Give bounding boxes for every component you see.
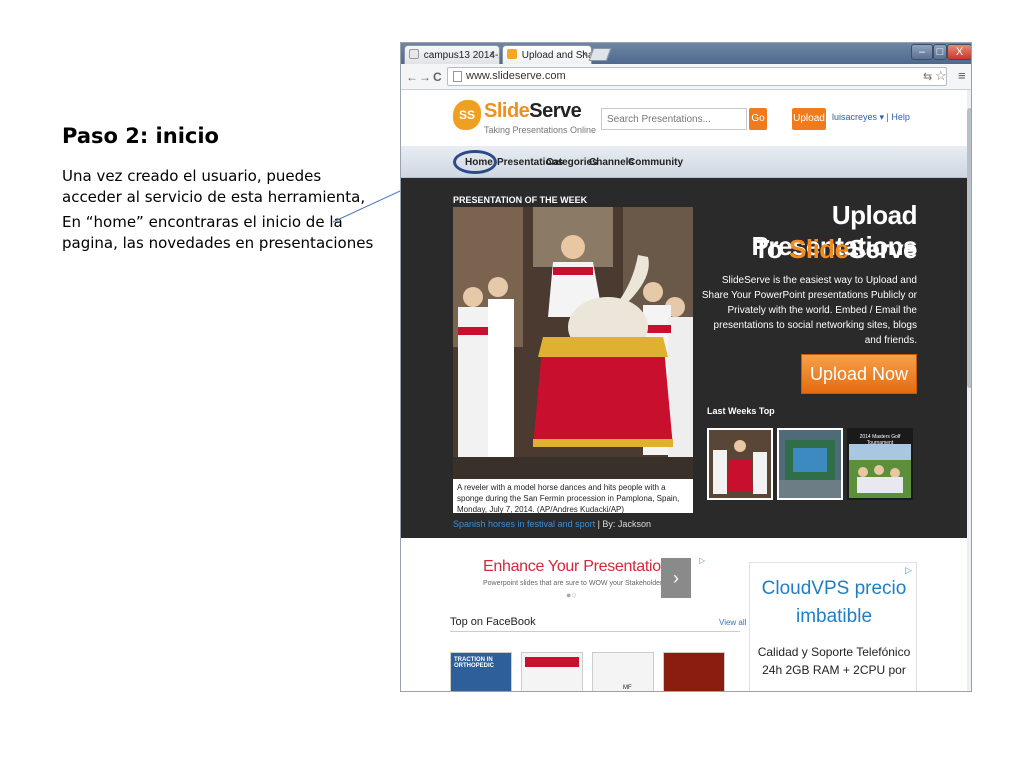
facebook-thumb-1[interactable]: TRACTION IN ORTHOPEDIC <box>450 652 512 691</box>
tab-slideserve[interactable]: Upload and Share P × <box>502 45 592 64</box>
search-input[interactable]: Search Presentations... <box>601 108 747 130</box>
close-window-button[interactable]: X <box>947 44 971 60</box>
user-links[interactable]: luisacreyes ▾ | Help <box>832 112 910 123</box>
reload-icon[interactable]: C <box>433 70 442 84</box>
facebook-thumb-2[interactable] <box>521 652 583 691</box>
enhance-ad-subtitle: Powerpoint slides that are sure to WOW y… <box>483 580 668 587</box>
cloudvps-ad[interactable]: ▷ CloudVPS precio imbatible Calidad y So… <box>749 562 917 691</box>
new-tab-button[interactable] <box>588 48 612 61</box>
headline-to: To <box>753 234 790 264</box>
address-url: www.slideserve.com <box>466 70 566 82</box>
upload-button[interactable]: Upload <box>792 108 826 130</box>
home-highlight-ring <box>453 150 497 174</box>
carousel-dots[interactable]: ●○ <box>566 590 577 600</box>
thumb-2-image <box>779 430 841 498</box>
ad-choices-icon[interactable]: ▷ <box>905 565 912 576</box>
facebook-thumb-3[interactable]: MF Husain <box>592 652 654 691</box>
site-header: SS SlideServe Taking Presentations Onlin… <box>401 90 967 146</box>
photo-caption: A reveler with a model horse dances and … <box>453 479 693 514</box>
menu-icon[interactable]: ≡ <box>958 68 966 83</box>
logo-slide: Slide <box>484 100 530 122</box>
cloudvps-title-1: CloudVPS precio <box>761 578 907 599</box>
translate-icon[interactable]: ⇆ <box>923 70 932 83</box>
page-icon <box>453 71 462 82</box>
page-scrollbar[interactable] <box>967 90 971 691</box>
scrollbar-thumb[interactable] <box>967 108 971 388</box>
site-logo[interactable]: SlideServe <box>484 100 582 123</box>
page-viewport: SS SlideServe Taking Presentations Onlin… <box>401 90 967 691</box>
section-divider <box>450 631 740 632</box>
thumb-3-label: 2014 Masters Golf Tournament <box>859 434 901 446</box>
view-all-link[interactable]: View all <box>719 618 746 627</box>
featured-photo-image <box>453 207 693 479</box>
featured-photo[interactable] <box>453 207 693 479</box>
maximize-button[interactable]: □ <box>933 44 947 60</box>
feature-description: SlideServe is the easiest way to Upload … <box>701 275 917 346</box>
facebook-thumb-4[interactable] <box>663 652 725 691</box>
close-icon[interactable]: × <box>490 49 495 59</box>
top-thumb-1[interactable] <box>707 428 773 500</box>
upload-now-button[interactable]: Upload Now <box>801 354 917 394</box>
headline-slide: Slide <box>789 234 849 264</box>
feature-banner: PRESENTATION OF THE WEEK A reveler with … <box>401 178 967 538</box>
last-weeks-top-label: Last Weeks Top <box>707 406 775 416</box>
address-bar[interactable]: www.slideserve.com <box>447 67 947 86</box>
tab-campus[interactable]: campus13 2014-2 × <box>404 45 500 64</box>
back-arrow-icon[interactable]: ← <box>406 70 418 84</box>
logo-serve: Serve <box>529 100 582 122</box>
headline-to-slideserve: To SlideServe <box>709 234 917 265</box>
thumb-1-image <box>709 430 771 498</box>
thumb-red-banner <box>525 657 579 667</box>
ad-choices-icon[interactable]: ▷ <box>699 556 705 565</box>
slideserve-logo-icon[interactable]: SS <box>453 100 481 130</box>
top-thumb-2[interactable] <box>777 428 843 500</box>
slide-body: Una vez creado el usuario, puedes accede… <box>62 166 382 258</box>
campus-favicon-icon <box>409 49 419 59</box>
cloudvps-title-2: imbatible <box>795 606 873 627</box>
go-button[interactable]: Go <box>749 108 767 130</box>
headline-serve: Serve <box>848 234 918 264</box>
cloudvps-line-1: Calidad y Soporte Telefónico <box>757 645 911 659</box>
presentation-credit: Spanish horses in festival and sport | B… <box>453 519 651 529</box>
slide-paragraph-2: En “home” encontraras el inicio de la pa… <box>62 213 374 252</box>
minimize-button[interactable]: – <box>911 44 933 60</box>
top-thumb-3[interactable]: 2014 Masters Golf Tournament <box>847 428 913 500</box>
enhance-ad-title[interactable]: Enhance Your Presentation <box>483 558 670 576</box>
ad-section: Enhance Your Presentation Powerpoint sli… <box>401 538 967 691</box>
tab-bar: campus13 2014-2 × Upload and Share P × –… <box>401 43 971 64</box>
cloudvps-line-2: 24h 2GB RAM + 2CPU por <box>762 663 906 677</box>
star-icon[interactable]: ☆ <box>935 68 947 84</box>
nav-community[interactable]: Community <box>628 157 683 168</box>
presentation-link[interactable]: Spanish horses in festival and sport <box>453 519 595 529</box>
browser-toolbar: ← → C www.slideserve.com ⇆ ☆ ≡ <box>401 64 971 90</box>
slide-paragraph-1: Una vez creado el usuario, puedes accede… <box>62 167 366 206</box>
presentation-of-week-label: PRESENTATION OF THE WEEK <box>453 195 588 205</box>
site-nav: Home Presentations Categories Channels C… <box>401 146 967 178</box>
top-on-facebook-title: Top on FaceBook <box>450 616 536 628</box>
slide-title: Paso 2: inicio <box>62 124 219 148</box>
tab-label: campus13 2014-2 <box>423 50 500 61</box>
slideserve-favicon-icon <box>507 49 517 59</box>
forward-arrow-icon[interactable]: → <box>419 70 431 84</box>
logo-tagline: Taking Presentations Online <box>484 125 597 135</box>
thumb-3-image <box>849 444 911 498</box>
chevron-right-icon[interactable]: › <box>661 558 691 598</box>
close-icon[interactable]: × <box>582 49 587 59</box>
presentation-author: | By: Jackson <box>595 519 651 529</box>
browser-window: campus13 2014-2 × Upload and Share P × –… <box>400 42 972 692</box>
